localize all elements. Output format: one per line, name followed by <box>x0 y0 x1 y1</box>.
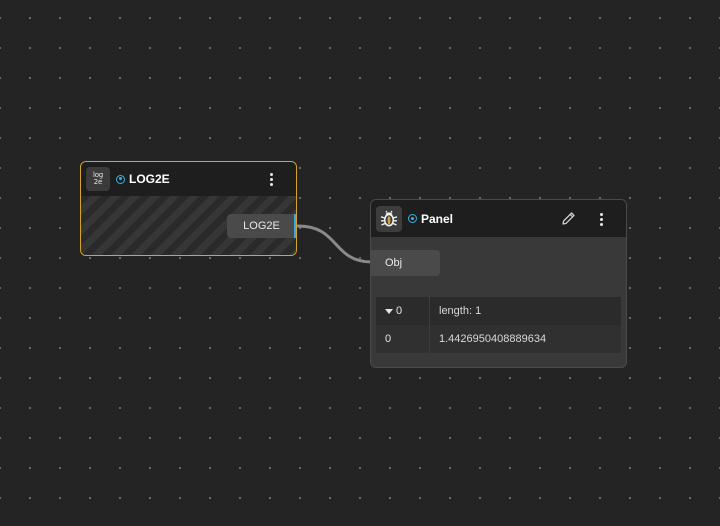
log2e-output-label[interactable]: LOG2E <box>227 214 296 238</box>
table-header-key: 0 <box>396 305 403 317</box>
log2e-output-port[interactable] <box>294 214 296 238</box>
status-dot-icon <box>408 214 417 223</box>
graph-canvas[interactable]: log 2e LOG2E LOG2E Panel Obj 0 length: 1… <box>0 0 720 526</box>
table-header-row[interactable]: 0 length: 1 <box>376 297 621 325</box>
log2e-icon: log 2e <box>86 167 110 191</box>
table-row: 0 1.4426950408889634 <box>376 325 621 353</box>
panel-node[interactable]: Panel Obj 0 length: 1 0 1.44269504088896… <box>370 199 627 368</box>
table-row-value: 1.4426950408889634 <box>439 333 547 345</box>
panel-node-title: Panel <box>421 211 454 226</box>
panel-input-label[interactable]: Obj <box>371 250 440 276</box>
log2e-node-header[interactable]: log 2e LOG2E <box>81 162 296 196</box>
kebab-menu-icon[interactable] <box>593 209 609 229</box>
table-row-key: 0 <box>376 325 430 353</box>
status-dot-icon <box>116 174 125 184</box>
table-header-value: length: 1 <box>439 305 482 317</box>
panel-node-header[interactable]: Panel <box>371 200 626 237</box>
data-table: 0 length: 1 0 1.4426950408889634 <box>376 297 621 353</box>
kebab-menu-icon[interactable] <box>263 169 279 189</box>
log2e-icon-text-bottom: 2e <box>93 178 103 186</box>
table-header-key-cell[interactable]: 0 <box>376 297 430 325</box>
log2e-node[interactable]: log 2e LOG2E LOG2E <box>80 161 297 256</box>
caret-down-icon[interactable] <box>385 308 393 314</box>
wire-log2e-to-panel <box>296 224 374 264</box>
pencil-icon[interactable] <box>560 210 577 227</box>
bug-icon <box>376 205 402 232</box>
log2e-node-title: LOG2E <box>129 172 170 186</box>
